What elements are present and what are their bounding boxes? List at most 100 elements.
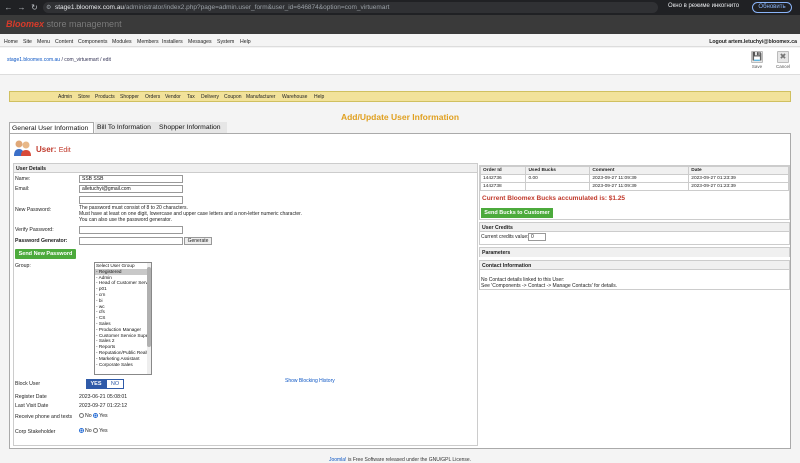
receive-phone-label: Receive phone and texts bbox=[15, 414, 73, 420]
user-details-heading: User Details bbox=[14, 164, 477, 173]
vm-menu-warehouse[interactable]: Warehouse bbox=[282, 94, 307, 100]
breadcrumb-site-link[interactable]: stage1.bloomex.com.au bbox=[7, 57, 60, 63]
register-date-label: Register Date bbox=[15, 394, 47, 400]
table-row: 1442736 0.00 2023-09-27 11:09:39 2023-09-27… bbox=[479, 174, 789, 183]
menu-site[interactable]: Site bbox=[23, 39, 32, 45]
table-cell: 1442738 bbox=[479, 182, 527, 191]
vm-menu-store[interactable]: Store bbox=[78, 94, 90, 100]
brand-logo: Bloomex store management bbox=[6, 19, 122, 29]
bucks-accumulated-text: Current Bloomex Bucks accumulated is: $1… bbox=[482, 195, 626, 202]
contact-information-text: No Contact details linked to this User: … bbox=[481, 277, 618, 289]
orders-table: Order Id Used Bucks Comment Date 1442736 0.0… bbox=[479, 166, 789, 191]
block-user-yes-button[interactable]: YES bbox=[86, 379, 106, 389]
new-password-label: New Password: bbox=[15, 207, 52, 213]
site-header: Bloomex store management bbox=[0, 15, 800, 34]
logout-link[interactable]: Logout artem.letuchyi@bloomex.ca bbox=[709, 39, 797, 45]
vm-menu-tax[interactable]: Tax bbox=[187, 94, 195, 100]
group-option[interactable]: - Corporate Sales bbox=[95, 362, 151, 368]
table-row: 1442738 2023-09-27 11:09:39 2023-09-27 01:… bbox=[479, 182, 789, 191]
menu-home[interactable]: Home bbox=[4, 39, 18, 45]
last-visit-label: Last Visit Date bbox=[15, 403, 49, 409]
generate-button[interactable]: Generate bbox=[184, 237, 212, 245]
vm-menu-products[interactable]: Products bbox=[95, 94, 115, 100]
cancel-button[interactable]: ✖ Cancel bbox=[775, 51, 791, 73]
name-label: Name: bbox=[15, 176, 31, 182]
table-cell: 2023-09-27 01:23:39 bbox=[688, 182, 789, 191]
tab-bill-to-information[interactable]: Bill To Information bbox=[95, 122, 157, 133]
corp-stakeholder-label: Corp Stakeholder bbox=[15, 429, 56, 435]
menu-installers[interactable]: Installers bbox=[162, 39, 183, 45]
email-input[interactable]: alletuchyi@gmail.com bbox=[79, 185, 183, 193]
corp-stakeholder-yes-radio[interactable] bbox=[93, 428, 99, 434]
menu-menu[interactable]: Menu bbox=[37, 39, 50, 45]
site-info-icon[interactable]: ⚙ bbox=[46, 4, 51, 11]
group-select[interactable]: Select User Group - Registered - Admin - He… bbox=[94, 262, 152, 375]
orders-column-header: Date bbox=[688, 166, 789, 175]
save-button[interactable]: 💾 Save bbox=[749, 51, 765, 73]
show-blocking-history-link[interactable]: Show Blocking History bbox=[285, 378, 335, 384]
menu-content[interactable]: Content bbox=[55, 39, 73, 45]
browser-chrome: ← → ↻ ⚙ stage1.bloomex.com.au/administra… bbox=[0, 0, 800, 15]
vm-menu-manufacturer[interactable]: Manufacturer bbox=[246, 94, 275, 100]
group-list-scrollbar[interactable] bbox=[147, 263, 151, 374]
password-generator-input[interactable] bbox=[79, 237, 183, 245]
vm-menu-orders[interactable]: Orders bbox=[145, 94, 160, 100]
menu-members[interactable]: Members bbox=[137, 39, 159, 45]
url-text: stage1.bloomex.com.au/administrator/inde… bbox=[55, 4, 390, 11]
table-cell: 2023-09-27 11:09:39 bbox=[589, 182, 690, 191]
address-bar[interactable]: ⚙ stage1.bloomex.com.au/administrator/in… bbox=[43, 2, 658, 13]
send-bucks-button[interactable]: Send Bucks to Customer bbox=[481, 208, 553, 218]
virtuemart-menu: Admin Store Products Shopper Orders Vend… bbox=[9, 91, 791, 102]
menu-help[interactable]: Help bbox=[240, 39, 251, 45]
reload-icon[interactable]: ↻ bbox=[30, 3, 39, 12]
toolbar: stage1.bloomex.com.au / com_virtuemart /… bbox=[0, 48, 800, 75]
table-cell: 0.00 bbox=[525, 174, 591, 183]
tab-general-user-information[interactable]: General User Information bbox=[9, 122, 94, 133]
last-visit-value: 2023-09-27 01:22:12 bbox=[79, 403, 128, 409]
receive-phone-yes-radio[interactable] bbox=[93, 413, 99, 419]
admin-menu: Home Site Menu Content Components Module… bbox=[0, 37, 800, 47]
incognito-label: Окно в режиме инкогнито bbox=[668, 3, 740, 9]
users-icon bbox=[14, 140, 31, 156]
name-input[interactable]: SSB SSB bbox=[79, 175, 183, 183]
password-requirements: The password must consist of 8 to 20 cha… bbox=[79, 205, 302, 223]
vm-menu-coupon[interactable]: Coupon bbox=[224, 94, 242, 100]
send-new-password-button[interactable]: Send New Password bbox=[15, 249, 76, 259]
register-date-value: 2023-06-21 05:08:01 bbox=[79, 394, 128, 400]
table-cell: 2023-09-27 11:09:39 bbox=[589, 174, 690, 183]
forward-icon[interactable]: → bbox=[17, 3, 26, 12]
group-label: Group: bbox=[15, 263, 31, 269]
block-user-label: Block User bbox=[15, 381, 41, 387]
table-cell: 1442736 bbox=[479, 174, 527, 183]
receive-phone-radio-group: No Yes bbox=[79, 413, 108, 419]
menu-components[interactable]: Components bbox=[78, 39, 107, 45]
update-button[interactable]: Обновить bbox=[752, 2, 792, 13]
verify-password-input[interactable] bbox=[79, 226, 183, 234]
orders-column-header: Order Id bbox=[479, 166, 527, 175]
user-heading: User: Edit bbox=[36, 145, 71, 154]
menu-modules[interactable]: Modules bbox=[112, 39, 132, 45]
new-password-input[interactable] bbox=[79, 196, 183, 204]
table-cell bbox=[525, 182, 591, 191]
block-user-no-button[interactable]: NO bbox=[106, 379, 124, 389]
menu-system[interactable]: System bbox=[217, 39, 234, 45]
verify-password-label: Verify Password: bbox=[15, 227, 54, 233]
vm-menu-shopper[interactable]: Shopper bbox=[120, 94, 139, 100]
current-credits-input[interactable]: 0 bbox=[528, 233, 546, 241]
receive-phone-no-radio[interactable] bbox=[79, 413, 84, 419]
tab-shopper-information[interactable]: Shopper Information bbox=[157, 122, 227, 133]
vm-menu-vendor[interactable]: Vendor bbox=[165, 94, 181, 100]
vm-menu-admin[interactable]: Admin bbox=[58, 94, 72, 100]
joomla-link[interactable]: Joomla! bbox=[329, 457, 347, 463]
user-credits-heading: User Credits bbox=[480, 223, 789, 232]
cancel-icon: ✖ bbox=[777, 51, 789, 63]
corp-stakeholder-no-radio[interactable] bbox=[79, 428, 84, 434]
parameters-section: Parameters bbox=[479, 247, 790, 257]
back-icon[interactable]: ← bbox=[4, 3, 13, 12]
vm-menu-help[interactable]: Help bbox=[314, 94, 324, 100]
menu-messages[interactable]: Messages bbox=[188, 39, 212, 45]
group-option[interactable]: - Reputation/Public Realtions bbox=[95, 350, 151, 356]
vm-menu-delivery[interactable]: Delivery bbox=[201, 94, 219, 100]
save-icon: 💾 bbox=[751, 51, 763, 63]
orders-column-header: Comment bbox=[589, 166, 690, 175]
